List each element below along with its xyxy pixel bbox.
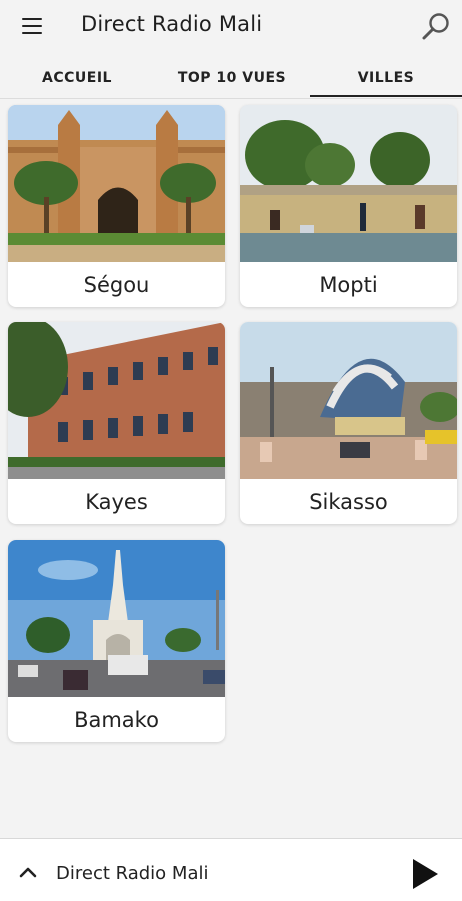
mini-player[interactable]: Direct Radio Mali xyxy=(0,838,462,901)
city-card-bamako[interactable]: Bamako xyxy=(8,540,225,742)
city-card-mopti[interactable]: Mopti xyxy=(240,105,457,307)
player-title: Direct Radio Mali xyxy=(56,863,209,884)
city-photo-kayes xyxy=(8,322,225,479)
city-card-sikasso[interactable]: Sikasso xyxy=(240,322,457,524)
tab-bar: ACCUEIL TOP 10 VUES VILLES xyxy=(0,60,462,99)
city-name-sikasso: Sikasso xyxy=(309,490,388,514)
search-icon[interactable] xyxy=(419,10,453,44)
city-photo-segou xyxy=(8,105,225,262)
menu-icon[interactable] xyxy=(20,14,44,38)
city-name-kayes: Kayes xyxy=(85,490,148,514)
tab-accueil[interactable]: ACCUEIL xyxy=(0,60,154,96)
city-photo-sikasso xyxy=(240,322,457,479)
city-card-kayes[interactable]: Kayes xyxy=(8,322,225,524)
city-name-segou: Ségou xyxy=(83,273,150,297)
tab-selected-indicator xyxy=(310,95,462,97)
play-icon[interactable] xyxy=(410,857,440,891)
city-card-segou[interactable]: Ségou xyxy=(8,105,225,307)
tab-villes[interactable]: VILLES xyxy=(310,60,462,96)
app-bar: Direct Radio Mali xyxy=(0,0,462,52)
chevron-up-icon[interactable] xyxy=(18,864,38,878)
city-name-bamako: Bamako xyxy=(74,708,159,732)
tab-top-10-vues[interactable]: TOP 10 VUES xyxy=(154,60,310,96)
city-photo-mopti xyxy=(240,105,457,262)
city-photo-bamako xyxy=(8,540,225,697)
city-name-mopti: Mopti xyxy=(319,273,378,297)
app-title: Direct Radio Mali xyxy=(81,12,263,36)
